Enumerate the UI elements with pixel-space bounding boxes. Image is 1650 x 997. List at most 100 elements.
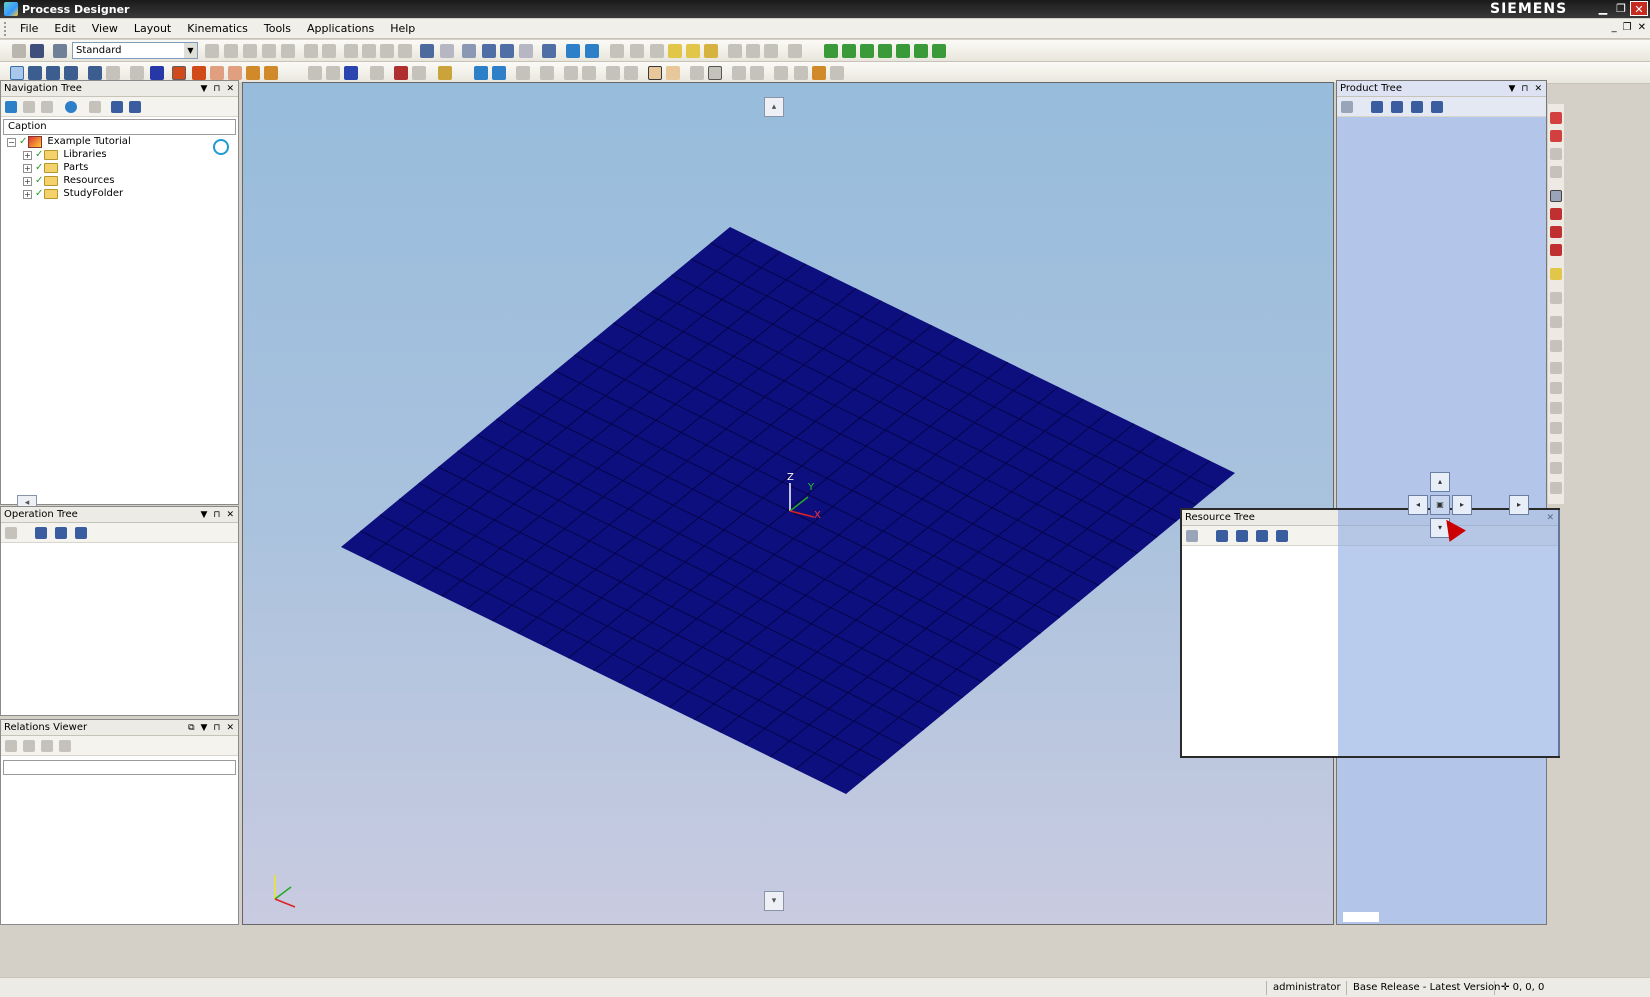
funnel-e-icon[interactable] <box>1550 462 1562 474</box>
frame-icon[interactable] <box>666 66 680 80</box>
robot-jog-icon[interactable] <box>492 66 506 80</box>
text-icon[interactable] <box>704 44 718 58</box>
view-back-icon[interactable] <box>842 44 856 58</box>
caption-column-header[interactable]: Caption <box>3 119 236 135</box>
uncheck-icon[interactable] <box>243 44 257 58</box>
menu-tools[interactable]: Tools <box>256 19 299 39</box>
panel-close-icon[interactable]: ✕ <box>1534 81 1542 97</box>
dock-guide-top-icon[interactable]: ▴ <box>1430 472 1450 492</box>
panel-pin-icon[interactable]: ⊓ <box>213 507 220 523</box>
panel-pin-icon[interactable]: ⊓ <box>1521 81 1528 97</box>
table-icon[interactable] <box>482 44 496 58</box>
pick-level-icon[interactable] <box>264 66 278 80</box>
columns-icon[interactable] <box>519 44 533 58</box>
columns-setup-icon[interactable] <box>111 101 123 113</box>
tree-item-studyfolder[interactable]: + ✓ StudyFolder <box>23 187 123 201</box>
delete-icon[interactable] <box>322 44 336 58</box>
funnel-icon[interactable] <box>1550 362 1562 374</box>
panel-dropdown-icon[interactable]: ▼ <box>1509 81 1516 97</box>
layout-icon[interactable] <box>53 44 67 58</box>
view-iso-icon[interactable] <box>932 44 946 58</box>
home-icon[interactable] <box>5 101 17 113</box>
panel-dropdown-icon[interactable]: ▼ <box>201 507 208 523</box>
filter-icon[interactable] <box>585 44 599 58</box>
sort-icon[interactable] <box>1411 101 1423 113</box>
solid-shade-icon[interactable] <box>172 66 186 80</box>
flow-icon[interactable] <box>610 44 624 58</box>
panel-pin-icon[interactable]: ⊓ <box>213 81 220 97</box>
panel-close-icon[interactable]: ✕ <box>226 81 234 97</box>
columns-setup-icon[interactable] <box>1216 530 1228 542</box>
transform-icon[interactable] <box>774 66 788 80</box>
swap-icon[interactable] <box>794 66 808 80</box>
bulb-icon[interactable] <box>668 44 682 58</box>
check-icon[interactable] <box>205 44 219 58</box>
robot-icon[interactable] <box>474 66 488 80</box>
folder-open-icon[interactable] <box>89 101 101 113</box>
mdi-close-button[interactable]: ✕ <box>1638 22 1646 33</box>
flip-icon[interactable] <box>150 66 164 80</box>
cube-alt-icon[interactable] <box>1550 166 1562 178</box>
tree-icon[interactable] <box>1431 101 1443 113</box>
pan-icon[interactable] <box>28 66 42 80</box>
columns-setup-icon[interactable] <box>1371 101 1383 113</box>
globe-icon[interactable] <box>65 101 77 113</box>
view-front-icon[interactable] <box>824 44 838 58</box>
frame-icon[interactable] <box>1550 190 1562 202</box>
shape-icon[interactable] <box>732 66 746 80</box>
red-cube-icon[interactable] <box>1550 112 1562 124</box>
mdi-minimize-button[interactable]: _ <box>1612 22 1617 33</box>
view-bottom-icon[interactable] <box>914 44 928 58</box>
funnel-b-icon[interactable] <box>1550 402 1562 414</box>
shape-alt-icon[interactable] <box>750 66 764 80</box>
copy-icon[interactable] <box>380 44 394 58</box>
sort-icon[interactable] <box>129 101 141 113</box>
open-icon[interactable] <box>12 44 26 58</box>
shield-alt-icon[interactable] <box>41 740 53 752</box>
view-left-icon[interactable] <box>860 44 874 58</box>
detach-icon[interactable] <box>281 44 295 58</box>
wrench-icon[interactable] <box>1236 530 1248 542</box>
sort-icon[interactable] <box>75 527 87 539</box>
measure-icon[interactable] <box>394 66 408 80</box>
open-viewer-icon[interactable] <box>566 44 580 58</box>
gear-icon[interactable] <box>1550 340 1562 352</box>
attach-tool-icon[interactable] <box>564 66 578 80</box>
viewer-icon[interactable] <box>542 44 556 58</box>
search-icon[interactable] <box>213 139 229 155</box>
filter-icon[interactable] <box>1550 268 1562 280</box>
list-icon[interactable] <box>462 44 476 58</box>
rotate-icon[interactable] <box>64 66 78 80</box>
redo-icon[interactable] <box>362 44 376 58</box>
detach-tool-icon[interactable] <box>582 66 596 80</box>
maximize-button[interactable]: ❐ <box>1612 1 1630 16</box>
menu-edit[interactable]: Edit <box>46 19 83 39</box>
placement-icon[interactable] <box>412 66 426 80</box>
forward-icon[interactable] <box>41 101 53 113</box>
wrench-icon[interactable] <box>1391 101 1403 113</box>
sequence-icon[interactable] <box>764 44 778 58</box>
menu-view[interactable]: View <box>84 19 126 39</box>
relations-column-header[interactable] <box>3 760 236 775</box>
collapse-icon[interactable]: − <box>7 137 16 147</box>
expand-icon[interactable]: + <box>23 189 32 199</box>
zoom-select-icon[interactable] <box>106 66 120 80</box>
section-alt-icon[interactable] <box>624 66 638 80</box>
tree-root[interactable]: − ✓ Example Tutorial <box>7 135 131 149</box>
panel-close-icon[interactable]: ✕ <box>226 507 234 523</box>
tree-icon[interactable] <box>59 740 71 752</box>
panel-close-icon[interactable]: ✕ <box>226 720 234 736</box>
mirror-icon[interactable] <box>540 66 554 80</box>
display-icon[interactable] <box>326 66 340 80</box>
resource-tree-panel[interactable]: Resource Tree ✕ <box>1180 508 1560 758</box>
funnel-d-icon[interactable] <box>1550 442 1562 454</box>
bulb-alt-icon[interactable] <box>686 44 700 58</box>
cabinet-icon[interactable] <box>690 66 704 80</box>
relocate-icon[interactable] <box>516 66 530 80</box>
shade-icon[interactable] <box>192 66 206 80</box>
zoom-fit-icon[interactable] <box>88 66 102 80</box>
menu-help[interactable]: Help <box>382 19 423 39</box>
back-icon[interactable] <box>23 101 35 113</box>
split-icon[interactable] <box>746 44 760 58</box>
cube-icon[interactable] <box>1550 148 1562 160</box>
